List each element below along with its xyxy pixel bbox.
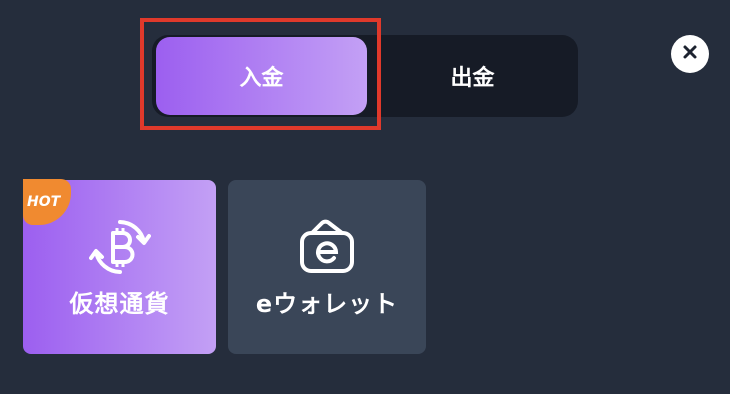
tab-deposit-label: 入金 xyxy=(239,66,284,91)
method-card-ewallet[interactable]: eウォレット xyxy=(228,180,426,354)
bitcoin-exchange-icon xyxy=(88,216,151,282)
close-button[interactable] xyxy=(671,35,709,73)
hot-badge: HOT xyxy=(23,179,71,225)
payment-type-tabs: 入金 出金 xyxy=(152,35,578,117)
tab-deposit[interactable]: 入金 xyxy=(156,37,367,115)
close-icon xyxy=(682,44,698,64)
tab-withdraw-label: 出金 xyxy=(450,66,495,91)
method-card-crypto-label: 仮想通貨 xyxy=(69,290,170,318)
e-wallet-icon xyxy=(296,216,358,282)
hot-badge-label: HOT xyxy=(27,194,62,210)
method-card-ewallet-label: eウォレット xyxy=(255,290,399,318)
tab-withdraw[interactable]: 出金 xyxy=(367,35,578,117)
